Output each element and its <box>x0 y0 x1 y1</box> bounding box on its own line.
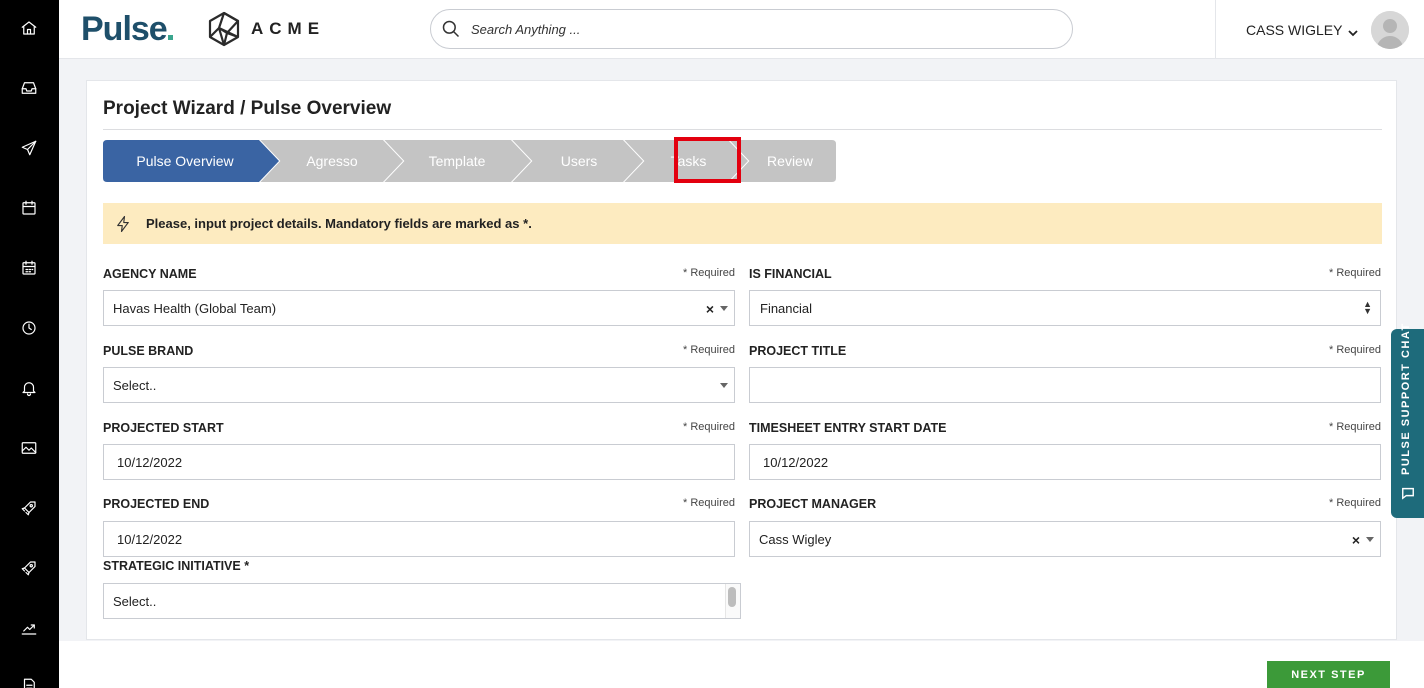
timesheet-start-label: TIMESHEET ENTRY START DATE <box>749 421 947 435</box>
step-template[interactable]: Template <box>383 140 531 182</box>
timesheet-start-input[interactable]: 10/12/2022 <box>749 444 1381 480</box>
timesheet-start-value: 10/12/2022 <box>763 454 829 470</box>
send-icon[interactable] <box>18 137 40 159</box>
acme-polyhedron-icon <box>208 11 240 47</box>
projected-start-input[interactable]: 10/12/2022 <box>103 444 735 480</box>
search-icon <box>442 20 460 38</box>
project-manager-select[interactable]: Cass Wigley × <box>749 521 1381 557</box>
pulse-logo-dot <box>167 35 173 40</box>
project-title-required: * Required <box>1329 344 1381 356</box>
calendar-icon[interactable] <box>18 197 40 219</box>
inbox-icon[interactable] <box>18 77 40 99</box>
title-divider <box>103 129 1382 130</box>
page-title: Project Wizard / Pulse Overview <box>103 98 392 119</box>
strategic-initiative-value: Select.. <box>113 593 157 609</box>
bell-icon[interactable] <box>18 377 40 399</box>
is-financial-select[interactable]: Financial ▲ ▼ <box>749 290 1381 326</box>
step-pulse-overview-label: Pulse Overview <box>136 153 234 169</box>
pulse-brand-label: PULSE BRAND <box>103 344 194 358</box>
pulse-logo[interactable]: Pulse <box>81 10 173 49</box>
clear-icon[interactable]: × <box>706 301 714 317</box>
rocket-icon[interactable] <box>18 497 40 519</box>
projected-end-required: * Required <box>683 497 735 509</box>
support-chat-tab[interactable]: PULSE SUPPORT CHAT <box>1391 322 1424 518</box>
project-title-input[interactable] <box>749 367 1381 403</box>
project-wizard-card: Project Wizard / Pulse Overview Review T… <box>86 80 1397 640</box>
timesheet-start-required: * Required <box>1329 421 1381 433</box>
pulse-brand-select[interactable]: Select.. <box>103 367 735 403</box>
strategic-initiative-select[interactable]: Select.. <box>103 583 741 619</box>
is-financial-value: Financial <box>760 300 813 316</box>
dropdown-caret-icon <box>1366 537 1374 542</box>
projected-end-value: 10/12/2022 <box>117 531 183 547</box>
rocket-alt-icon[interactable] <box>18 557 40 579</box>
project-title-label: PROJECT TITLE <box>749 344 847 358</box>
wizard-steps: Review Tasks Users Template Agresso Puls… <box>103 137 836 183</box>
step-tasks-label: Tasks <box>670 153 707 169</box>
notice-text: Please, input project details. Mandatory… <box>146 216 532 231</box>
search-bar[interactable] <box>430 9 1073 49</box>
updown-arrows-icon: ▲ ▼ <box>1363 299 1372 316</box>
next-step-button[interactable]: NEXT STEP <box>1267 661 1390 688</box>
is-financial-required: * Required <box>1329 267 1381 279</box>
avatar[interactable] <box>1371 11 1409 49</box>
acme-logo: ACME <box>207 10 325 48</box>
scrollbar[interactable] <box>725 584 740 618</box>
projected-end-label: PROJECTED END <box>103 497 210 511</box>
project-manager-required: * Required <box>1329 497 1381 509</box>
project-manager-value: Cass Wigley <box>759 531 832 547</box>
agency-name-label: AGENCY NAME <box>103 267 197 281</box>
strategic-initiative-label: STRATEGIC INITIATIVE * <box>103 559 250 573</box>
projected-start-label: PROJECTED START <box>103 421 224 435</box>
user-menu[interactable]: CASS WIGLEY <box>1215 0 1424 59</box>
calendar-grid-icon[interactable] <box>18 257 40 279</box>
acme-logo-text: ACME <box>251 19 326 38</box>
agency-name-select[interactable]: Havas Health (Global Team) × <box>103 290 735 326</box>
pulse-logo-text: Pulse <box>81 10 168 48</box>
step-agresso-label: Agresso <box>306 153 358 169</box>
projected-start-required: * Required <box>683 421 735 433</box>
support-chat-label: PULSE SUPPORT CHAT <box>1400 322 1412 475</box>
step-pulse-overview[interactable]: Pulse Overview <box>103 140 279 182</box>
step-agresso[interactable]: Agresso <box>259 140 403 182</box>
agency-name-value: Havas Health (Global Team) <box>113 300 277 316</box>
pulse-brand-value: Select.. <box>113 377 157 393</box>
chevron-down-icon <box>1348 25 1359 36</box>
projected-start-value: 10/12/2022 <box>117 454 183 470</box>
user-name: CASS WIGLEY <box>1246 21 1343 38</box>
is-financial-label: IS FINANCIAL <box>749 267 832 281</box>
pulse-brand-required: * Required <box>683 344 735 356</box>
search-input[interactable] <box>471 21 1031 37</box>
project-manager-label: PROJECT MANAGER <box>749 497 877 511</box>
chat-bubble-icon <box>1402 487 1414 500</box>
document-icon[interactable] <box>18 675 40 688</box>
step-review-label: Review <box>767 153 813 169</box>
top-header: Pulse ACME CASS WIGLEY <box>59 0 1424 59</box>
agency-name-required: * Required <box>683 267 735 279</box>
step-users-label: Users <box>560 153 598 169</box>
info-notice: Please, input project details. Mandatory… <box>103 203 1382 244</box>
clock-icon[interactable] <box>18 317 40 339</box>
image-icon[interactable] <box>18 437 40 459</box>
wizard-footer: NEXT STEP <box>59 641 1424 688</box>
trend-chart-icon[interactable] <box>18 617 40 639</box>
clear-icon[interactable]: × <box>1352 532 1360 548</box>
dropdown-caret-icon <box>720 383 728 388</box>
step-template-label: Template <box>428 153 486 169</box>
scrollbar-thumb[interactable] <box>728 587 736 607</box>
lightning-icon <box>117 215 129 232</box>
home-icon[interactable] <box>18 17 40 39</box>
dropdown-caret-icon <box>720 306 728 311</box>
projected-end-input[interactable]: 10/12/2022 <box>103 521 735 557</box>
left-sidebar <box>0 0 59 688</box>
